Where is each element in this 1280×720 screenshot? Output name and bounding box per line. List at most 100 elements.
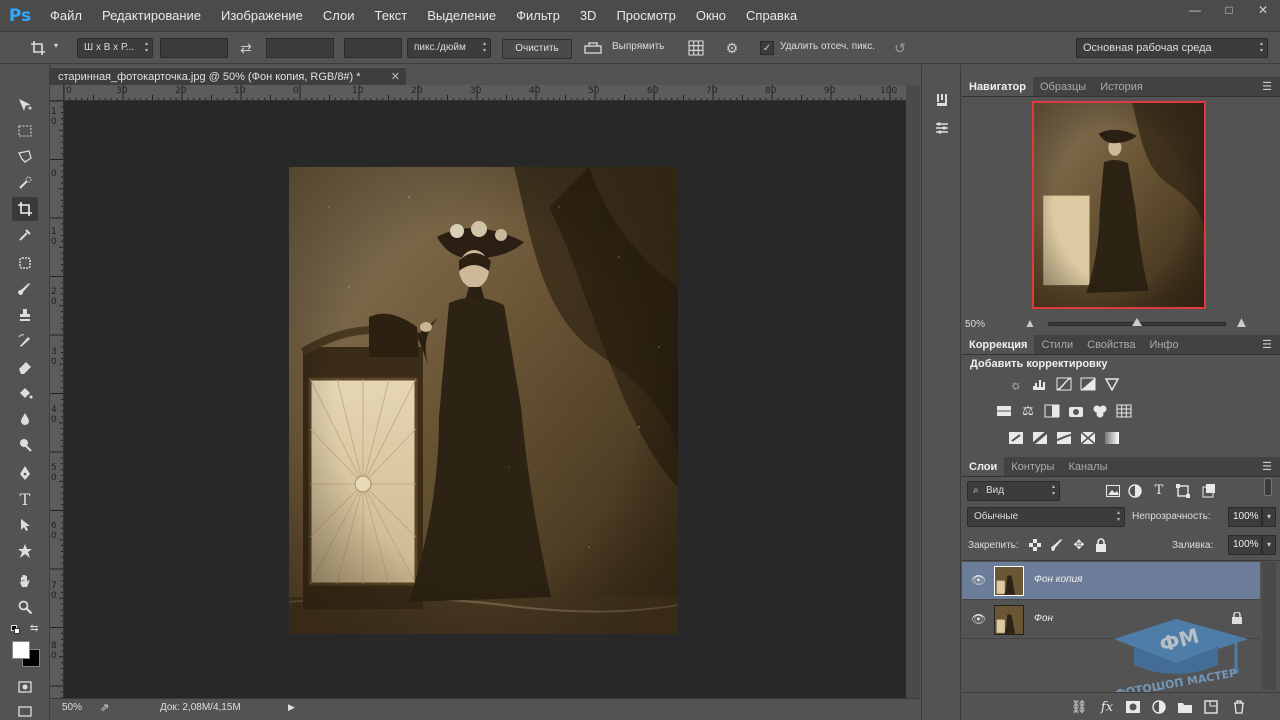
- opacity-dropdown-icon[interactable]: ▾: [1262, 507, 1276, 527]
- lock-transparency-icon[interactable]: [1026, 536, 1044, 554]
- clear-button[interactable]: Очистить: [502, 39, 572, 59]
- screen-mode-icon[interactable]: [12, 699, 38, 720]
- selective-color-icon[interactable]: [1079, 429, 1097, 447]
- workspace-dropdown[interactable]: Основная рабочая среда: [1076, 38, 1268, 58]
- new-group-icon[interactable]: [1176, 698, 1194, 716]
- vertical-ruler[interactable]: 1 0 0 1 0 2 0 3 0 4 0 5 0 6 0 7 0 8 0: [50, 101, 64, 699]
- share-icon[interactable]: ⇗: [100, 701, 109, 714]
- threshold-icon[interactable]: [1055, 429, 1073, 447]
- close-window-button[interactable]: ✕: [1246, 0, 1280, 20]
- zoom-in-icon[interactable]: ▲: [1234, 314, 1249, 331]
- horizontal-ruler[interactable]: 0 30 20 10 0 10 20 30 40 50 60 70 80 90 …: [64, 85, 906, 101]
- tab-properties[interactable]: Свойства: [1080, 335, 1142, 354]
- status-menu-arrow-icon[interactable]: ▶: [288, 702, 295, 713]
- crop-tool-preset-icon[interactable]: [28, 38, 48, 58]
- crop-tool-icon[interactable]: [12, 197, 38, 221]
- menu-view[interactable]: Просмотр: [606, 0, 685, 32]
- lock-all-icon[interactable]: [1092, 536, 1110, 554]
- opacity-input[interactable]: 100%: [1228, 507, 1262, 527]
- delete-layer-icon[interactable]: [1230, 698, 1248, 716]
- straighten-label[interactable]: Выпрямить: [612, 41, 664, 52]
- invert-icon[interactable]: [1007, 429, 1025, 447]
- tab-styles[interactable]: Стили: [1034, 335, 1080, 354]
- menu-layers[interactable]: Слои: [313, 0, 365, 32]
- hue-saturation-icon[interactable]: [995, 402, 1013, 420]
- tab-info[interactable]: Инфо: [1142, 335, 1185, 354]
- panel-menu-icon[interactable]: ☰: [1262, 77, 1272, 97]
- black-white-icon[interactable]: [1043, 402, 1061, 420]
- new-layer-icon[interactable]: [1202, 698, 1220, 716]
- ratio-dropdown[interactable]: Ш x В x Р...: [77, 38, 153, 58]
- tab-swatches[interactable]: Образцы: [1033, 77, 1093, 96]
- dodge-tool-icon[interactable]: [12, 433, 38, 457]
- lock-position-icon[interactable]: ✥: [1070, 536, 1088, 554]
- type-tool-icon[interactable]: T: [12, 487, 38, 511]
- menu-3d[interactable]: 3D: [570, 0, 607, 32]
- straighten-icon[interactable]: [583, 38, 603, 58]
- menu-edit[interactable]: Редактирование: [92, 0, 211, 32]
- fill-input[interactable]: 100%: [1228, 535, 1262, 555]
- layers-scrollbar[interactable]: [1262, 562, 1276, 690]
- layer-name[interactable]: Фон: [1034, 613, 1053, 624]
- default-colors-icon[interactable]: [11, 625, 21, 635]
- tab-history[interactable]: История: [1093, 77, 1150, 96]
- pen-tool-icon[interactable]: [12, 461, 38, 485]
- move-tool-icon[interactable]: [12, 93, 38, 117]
- history-brush-tool-icon[interactable]: [12, 329, 38, 353]
- gradient-map-icon[interactable]: [1103, 429, 1121, 447]
- menu-help[interactable]: Справка: [736, 0, 807, 32]
- menu-window[interactable]: Окно: [686, 0, 736, 32]
- menu-image[interactable]: Изображение: [211, 0, 313, 32]
- path-selection-tool-icon[interactable]: [12, 513, 38, 537]
- gear-icon[interactable]: ⚙: [722, 38, 742, 58]
- channel-mixer-icon[interactable]: [1091, 402, 1109, 420]
- zoom-out-icon[interactable]: ▲: [1024, 316, 1036, 330]
- exposure-icon[interactable]: [1079, 375, 1097, 393]
- color-balance-icon[interactable]: ⚖: [1019, 402, 1037, 420]
- quick-mask-icon[interactable]: [12, 675, 38, 699]
- layer-style-fx-icon[interactable]: fx: [1098, 698, 1116, 716]
- levels-icon[interactable]: [1031, 375, 1049, 393]
- eyedropper-tool-icon[interactable]: [12, 223, 38, 247]
- tab-layers[interactable]: Слои: [962, 457, 1005, 476]
- brush-presets-icon[interactable]: [931, 89, 953, 111]
- vintage-photo-image[interactable]: [289, 167, 678, 634]
- blur-tool-icon[interactable]: [12, 407, 38, 431]
- fill-dropdown-icon[interactable]: ▾: [1262, 535, 1276, 555]
- color-lookup-icon[interactable]: [1115, 402, 1133, 420]
- navigator-zoom-slider[interactable]: [1048, 318, 1226, 326]
- quick-selection-tool-icon[interactable]: [12, 171, 38, 195]
- vibrance-icon[interactable]: [1103, 375, 1121, 393]
- close-document-icon[interactable]: ✕: [391, 68, 400, 86]
- status-zoom[interactable]: 50%: [62, 702, 82, 713]
- filter-shape-icon[interactable]: [1174, 482, 1192, 500]
- height-field[interactable]: [266, 38, 334, 58]
- menu-filter[interactable]: Фильтр: [506, 0, 570, 32]
- ruler-origin[interactable]: [50, 85, 64, 101]
- marquee-tool-icon[interactable]: [12, 119, 38, 143]
- canvas-area[interactable]: [64, 101, 906, 699]
- layer-name[interactable]: Фон копия: [1034, 574, 1082, 585]
- menu-file[interactable]: Файл: [40, 0, 92, 32]
- document-tab[interactable]: старинная_фотокарточка.jpg @ 50% (Фон ко…: [50, 67, 406, 85]
- visibility-eye-icon[interactable]: 👁: [971, 573, 986, 587]
- preset-chevron-icon[interactable]: ▾: [54, 41, 58, 50]
- tool-presets-icon[interactable]: [931, 117, 953, 139]
- units-dropdown[interactable]: пикс./дюйм: [407, 38, 491, 58]
- width-field[interactable]: [160, 38, 228, 58]
- posterize-icon[interactable]: [1031, 429, 1049, 447]
- filter-toggle-switch[interactable]: [1264, 478, 1272, 496]
- zoom-slider-thumb[interactable]: [1132, 318, 1142, 326]
- zoom-tool-icon[interactable]: [12, 595, 38, 619]
- new-adjustment-layer-icon[interactable]: [1150, 698, 1168, 716]
- resolution-field[interactable]: [344, 38, 402, 58]
- swap-icon[interactable]: ⇄: [236, 38, 256, 58]
- filter-smart-object-icon[interactable]: [1200, 482, 1218, 500]
- tab-paths[interactable]: Контуры: [1004, 457, 1061, 476]
- photo-filter-icon[interactable]: [1067, 402, 1085, 420]
- filter-adjustment-icon[interactable]: [1126, 482, 1144, 500]
- blend-mode-dropdown[interactable]: Обычные: [967, 507, 1125, 527]
- lock-pixels-icon[interactable]: [1048, 536, 1066, 554]
- menu-type[interactable]: Текст: [365, 0, 418, 32]
- filter-pixel-icon[interactable]: [1104, 482, 1122, 500]
